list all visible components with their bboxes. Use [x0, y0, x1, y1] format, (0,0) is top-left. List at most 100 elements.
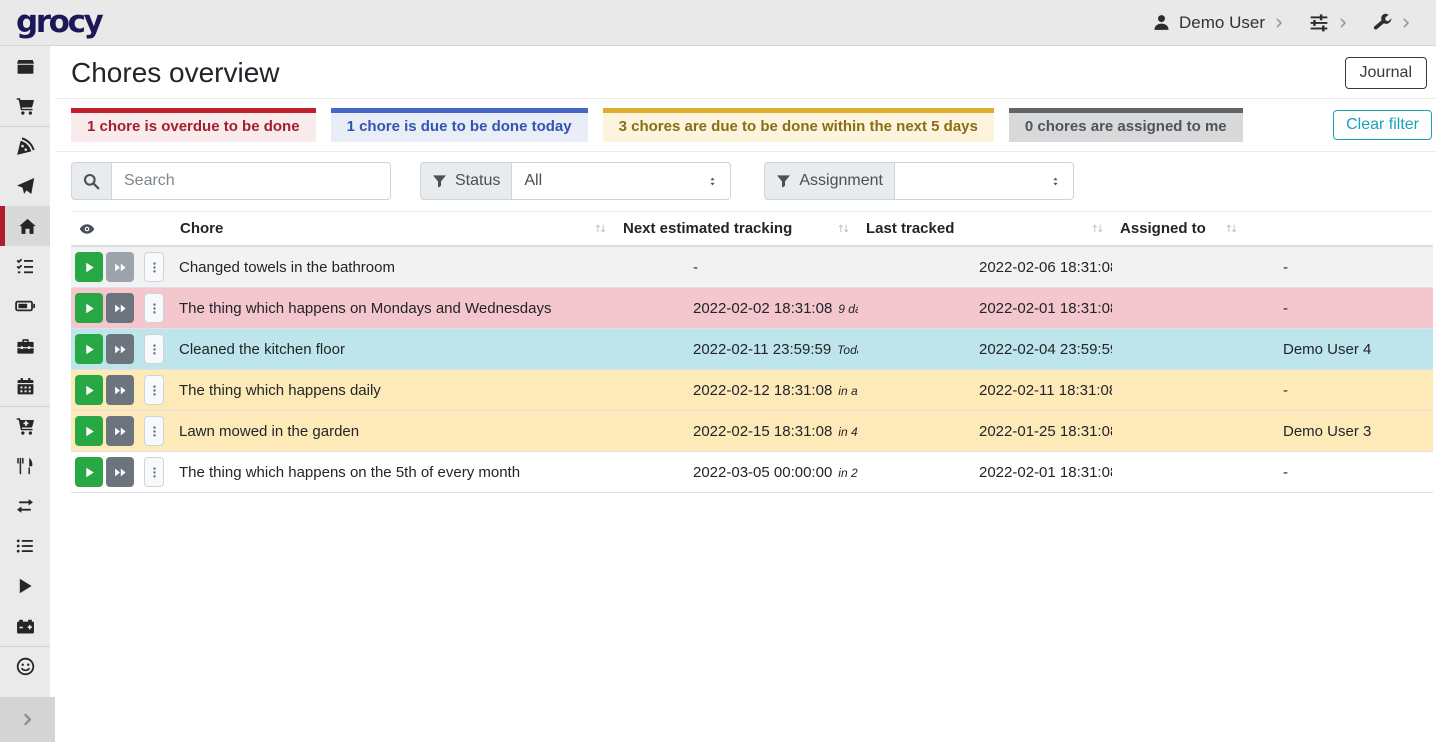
assignment-select[interactable]: [894, 162, 1074, 200]
skip-execution-button[interactable]: [106, 375, 134, 405]
row-menu-button[interactable]: [144, 375, 164, 405]
row-menu-button[interactable]: [144, 293, 164, 323]
play-icon: [83, 261, 96, 274]
assignment-filter-label: Assignment: [799, 172, 883, 190]
fast-forward-icon: [114, 261, 127, 274]
select-caret-icon: [707, 176, 718, 187]
sidebar-item-meal-plan[interactable]: [0, 166, 50, 206]
wrench-icon: [1373, 13, 1392, 32]
utensils-icon: [16, 457, 34, 475]
cart-plus-icon: [16, 417, 35, 436]
track-execution-button[interactable]: [75, 293, 103, 323]
skip-execution-button[interactable]: [106, 416, 134, 446]
sidebar-item-consume[interactable]: [0, 446, 50, 486]
fast-forward-icon: [114, 343, 127, 356]
assigned-user: Demo User 3: [1283, 423, 1371, 440]
play-icon: [83, 343, 96, 356]
chevron-right-icon: [1337, 17, 1349, 29]
assigned-user: -: [1283, 464, 1288, 481]
assignment-filter-group: Assignment: [764, 162, 1074, 200]
sidebar-item-tasks[interactable]: [0, 246, 50, 286]
track-execution-button[interactable]: [75, 252, 103, 282]
grocy-logo[interactable]: grocy: [16, 7, 101, 38]
eye-icon: [79, 221, 95, 237]
sort-icon[interactable]: [1225, 222, 1238, 235]
chore-name: The thing which happens daily: [179, 382, 381, 399]
header-next-estimated-tracking[interactable]: Next estimated tracking: [615, 212, 858, 245]
sidebar-item-shopping-list[interactable]: [0, 86, 50, 126]
sidebar-item-userentities[interactable]: [0, 646, 50, 686]
play-icon: [83, 302, 96, 315]
clear-filter-button[interactable]: Clear filter: [1333, 110, 1432, 140]
row-menu-button[interactable]: [144, 252, 164, 282]
journal-button[interactable]: Journal: [1345, 57, 1427, 89]
chevron-right-icon: [20, 712, 35, 727]
row-menu-button[interactable]: [144, 416, 164, 446]
column-visibility-header[interactable]: [71, 212, 172, 245]
track-execution-button[interactable]: [75, 334, 103, 364]
settings-menu[interactable]: [1309, 13, 1349, 33]
ellipsis-v-icon: [148, 466, 161, 479]
sidebar-item-recipes[interactable]: [0, 126, 50, 166]
box-icon: [16, 57, 35, 76]
next-tracking-relative: in 21 days: [838, 466, 858, 480]
sidebar-item-stock[interactable]: [0, 46, 50, 86]
skip-execution-button[interactable]: [106, 293, 134, 323]
track-execution-button[interactable]: [75, 457, 103, 487]
sidebar: [0, 46, 55, 742]
sort-icon[interactable]: [837, 222, 850, 235]
sidebar-item-transfer[interactable]: [0, 486, 50, 526]
sort-icon[interactable]: [1091, 222, 1104, 235]
sliders-icon: [1309, 13, 1329, 33]
status-select[interactable]: All: [511, 162, 731, 200]
last-tracked-timestamp: 2022-01-25 18:31:08: [979, 423, 1112, 440]
sidebar-item-chores[interactable]: [0, 206, 50, 246]
play-icon: [83, 384, 96, 397]
table-row: The thing which happens daily 2022-02-12…: [71, 370, 1433, 411]
user-menu[interactable]: Demo User: [1152, 13, 1285, 33]
sidebar-item-chore-tracking[interactable]: [0, 566, 50, 606]
fast-forward-icon: [114, 425, 127, 438]
status-filter-today[interactable]: 1 chore is due to be done today: [331, 108, 588, 142]
status-filter-overdue[interactable]: 1 chore is overdue to be done: [71, 108, 316, 142]
header-chore[interactable]: Chore: [172, 212, 615, 245]
select-caret-icon: [1050, 176, 1061, 187]
admin-menu[interactable]: [1373, 13, 1412, 32]
exchange-icon: [16, 497, 34, 515]
chore-name: Cleaned the kitchen floor: [179, 341, 345, 358]
assigned-user: Demo User 4: [1283, 341, 1371, 358]
row-menu-button[interactable]: [144, 457, 164, 487]
row-menu-button[interactable]: [144, 334, 164, 364]
assigned-user: -: [1283, 382, 1288, 399]
sidebar-item-battery-tracking[interactable]: [0, 606, 50, 646]
track-execution-button[interactable]: [75, 416, 103, 446]
sidebar-item-inventory[interactable]: [0, 526, 50, 566]
track-execution-button[interactable]: [75, 375, 103, 405]
sidebar-collapse-button[interactable]: [0, 697, 55, 742]
header-last-tracked[interactable]: Last tracked: [858, 212, 1112, 245]
sort-icon[interactable]: [594, 222, 607, 235]
pizza-icon: [16, 137, 35, 156]
fast-forward-icon: [114, 466, 127, 479]
filter-icon: [432, 174, 447, 189]
sidebar-item-calendar[interactable]: [0, 366, 50, 406]
search-input[interactable]: [111, 162, 391, 200]
header-assigned-to[interactable]: Assigned to: [1112, 212, 1246, 245]
skip-execution-button[interactable]: [106, 252, 134, 282]
skip-execution-button[interactable]: [106, 457, 134, 487]
sidebar-item-batteries[interactable]: [0, 286, 50, 326]
next-tracking-relative: in 4 days: [838, 425, 858, 439]
car-battery-icon: [16, 617, 35, 636]
last-tracked-timestamp: 2022-02-11 18:31:08: [979, 382, 1112, 399]
status-filter-soon[interactable]: 3 chores are due to be done within the n…: [603, 108, 994, 142]
sidebar-item-equipment[interactable]: [0, 326, 50, 366]
search-group: [71, 162, 391, 200]
next-tracking-timestamp: 2022-02-11 23:59:59: [693, 341, 831, 358]
assigned-user: -: [1283, 259, 1288, 276]
chore-name: The thing which happens on Mondays and W…: [179, 300, 551, 317]
sidebar-item-purchase[interactable]: [0, 406, 50, 446]
status-filter-assigned[interactable]: 0 chores are assigned to me: [1009, 108, 1243, 142]
skip-execution-button[interactable]: [106, 334, 134, 364]
play-icon: [83, 425, 96, 438]
search-icon-box: [71, 162, 111, 200]
